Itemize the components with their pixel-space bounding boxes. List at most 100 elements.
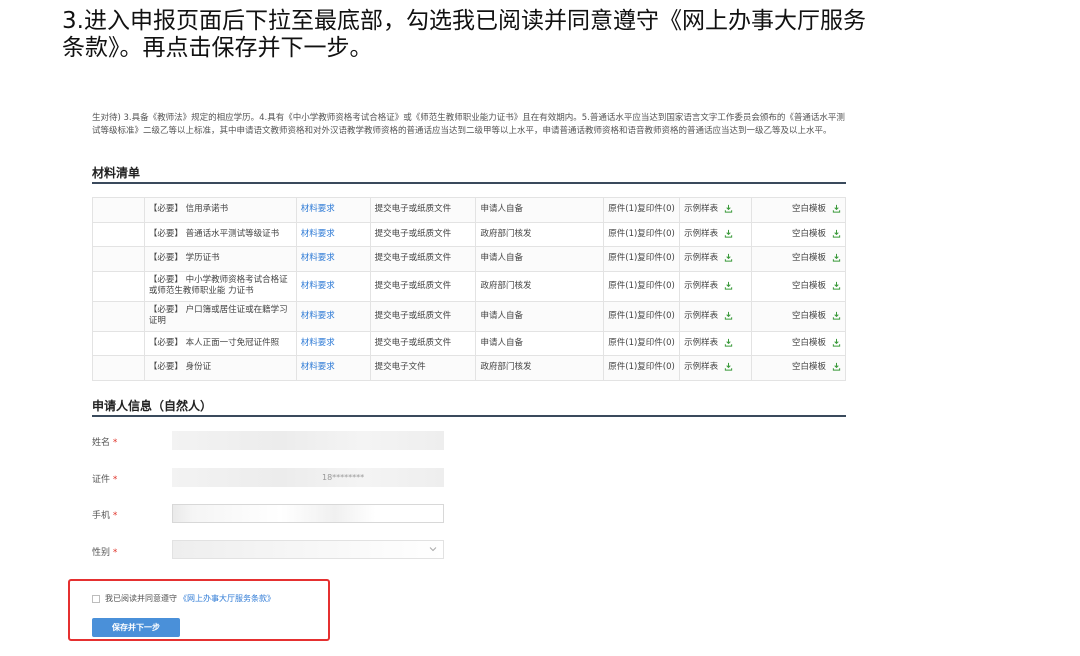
material-requirement-link[interactable]: 材料要求: [295, 300, 371, 332]
field-label-name: 姓名 *: [92, 438, 118, 448]
submit-type: 提交电子或纸质文件: [369, 221, 477, 247]
agreement-checkbox[interactable]: [92, 594, 100, 603]
download-icon[interactable]: [832, 362, 841, 371]
material-source: 申请人自备: [475, 197, 605, 223]
blank-template[interactable]: 空白模板: [751, 355, 846, 381]
copy-count: 原件(1)复印件(0): [603, 270, 681, 302]
material-source: 申请人自备: [475, 246, 605, 272]
row-spacer: [92, 221, 145, 247]
instruction-text: 3.进入申报页面后下拉至最底部，勾选我已阅读并同意遵守《网上办事大厅服务 条款》…: [62, 8, 962, 62]
download-icon[interactable]: [724, 204, 733, 213]
submit-type: 提交电子或纸质文件: [369, 246, 477, 272]
sample-form[interactable]: 示例样表: [679, 300, 753, 332]
row-spacer: [92, 300, 145, 332]
download-icon[interactable]: [724, 362, 733, 371]
material-source: 政府部门核发: [475, 355, 605, 381]
material-name: 【必要】 学历证书: [143, 246, 297, 272]
applicant-divider: [92, 415, 846, 417]
material-row: 【必要】 普通话水平测试等级证书 材料要求 提交电子或纸质文件 政府部门核发 原件(1)…: [92, 221, 846, 247]
submit-type: 提交电子或纸质文件: [369, 197, 477, 223]
copy-count: 原件(1)复印件(0): [603, 300, 681, 332]
materials-divider: [92, 182, 846, 184]
material-row: 【必要】 信用承诺书 材料要求 提交电子或纸质文件 申请人自备 原件(1)复印件(0) 示…: [92, 197, 846, 223]
blank-template[interactable]: 空白模板: [751, 270, 846, 302]
field-label-gender: 性别 *: [92, 548, 118, 558]
blank-template[interactable]: 空白模板: [751, 246, 846, 272]
download-icon[interactable]: [724, 253, 733, 262]
download-icon[interactable]: [832, 311, 841, 320]
agreement-row: 我已阅读并同意遵守 《网上办事大厅服务条款》: [92, 593, 275, 604]
material-source: 申请人自备: [475, 300, 605, 332]
material-requirement-link[interactable]: 材料要求: [295, 330, 371, 356]
instruction-line-2: 条款》。再点击保存并下一步。: [62, 35, 373, 61]
download-icon[interactable]: [724, 229, 733, 238]
material-row: 【必要】 身份证 材料要求 提交电子文件 政府部门核发 原件(1)复印件(0) 示例样表空…: [92, 355, 846, 381]
download-icon[interactable]: [832, 229, 841, 238]
copy-count: 原件(1)复印件(0): [603, 246, 681, 272]
download-icon[interactable]: [832, 253, 841, 262]
download-icon[interactable]: [832, 204, 841, 213]
sample-form[interactable]: 示例样表: [679, 197, 753, 223]
sample-form[interactable]: 示例样表: [679, 270, 753, 302]
download-icon[interactable]: [724, 311, 733, 320]
material-requirement-link[interactable]: 材料要求: [295, 246, 371, 272]
materials-title: 材料清单: [92, 166, 141, 180]
sample-form[interactable]: 示例样表: [679, 221, 753, 247]
copy-count: 原件(1)复印件(0): [603, 355, 681, 381]
submit-type: 提交电子或纸质文件: [369, 270, 477, 302]
terms-link[interactable]: 《网上办事大厅服务条款》: [179, 593, 275, 604]
applicant-title: 申请人信息（自然人）: [92, 399, 213, 413]
blank-template[interactable]: 空白模板: [751, 197, 846, 223]
submit-type: 提交电子或纸质文件: [369, 330, 477, 356]
material-requirement-link[interactable]: 材料要求: [295, 221, 371, 247]
name-input[interactable]: [172, 431, 444, 450]
material-name: 【必要】 户口簿或居住证或在籍学习证明: [143, 300, 297, 332]
material-name: 【必要】 身份证: [143, 355, 297, 381]
material-row: 【必要】 本人正面一寸免冠证件照 材料要求 提交电子或纸质文件 申请人自备 原件(1)复…: [92, 330, 846, 356]
row-spacer: [92, 270, 145, 302]
download-icon[interactable]: [724, 338, 733, 347]
material-name: 【必要】 中小学教师资格考试合格证或师范生教师职业能 力证书: [143, 270, 297, 302]
blank-template[interactable]: 空白模板: [751, 221, 846, 247]
material-name: 【必要】 本人正面一寸免冠证件照: [143, 330, 297, 356]
chevron-down-icon: [429, 547, 437, 552]
row-spacer: [92, 330, 145, 356]
field-label-phone: 手机 *: [92, 511, 118, 521]
blank-template[interactable]: 空白模板: [751, 330, 846, 356]
gender-select[interactable]: [172, 540, 444, 559]
copy-count: 原件(1)复印件(0): [603, 330, 681, 356]
download-icon[interactable]: [832, 338, 841, 347]
download-icon[interactable]: [832, 281, 841, 290]
copy-count: 原件(1)复印件(0): [603, 221, 681, 247]
save-next-button[interactable]: 保存并下一步: [92, 618, 180, 637]
row-spacer: [92, 197, 145, 223]
material-requirement-link[interactable]: 材料要求: [295, 355, 371, 381]
material-row: 【必要】 户口簿或居住证或在籍学习证明 材料要求 提交电子或纸质文件 申请人自备 原件(…: [92, 300, 846, 332]
phone-input[interactable]: [172, 504, 444, 523]
instruction-line-1: 3.进入申报页面后下拉至最底部，勾选我已阅读并同意遵守《网上办事大厅服务: [62, 8, 866, 34]
agreement-text: 我已阅读并同意遵守: [105, 594, 177, 603]
row-spacer: [92, 355, 145, 381]
materials-table: 【必要】 信用承诺书 材料要求 提交电子或纸质文件 申请人自备 原件(1)复印件(0) 示…: [92, 197, 846, 381]
material-row: 【必要】 学历证书 材料要求 提交电子或纸质文件 申请人自备 原件(1)复印件(0) 示例…: [92, 246, 846, 272]
sample-form[interactable]: 示例样表: [679, 330, 753, 356]
material-requirement-link[interactable]: 材料要求: [295, 197, 371, 223]
material-row: 【必要】 中小学教师资格考试合格证或师范生教师职业能 力证书 材料要求 提交电子或纸…: [92, 270, 846, 302]
material-requirement-link[interactable]: 材料要求: [295, 270, 371, 302]
material-source: 申请人自备: [475, 330, 605, 356]
field-label-id: 证件 *: [92, 475, 118, 485]
material-source: 政府部门核发: [475, 270, 605, 302]
material-name: 【必要】 普通话水平测试等级证书: [143, 221, 297, 247]
submit-type: 提交电子文件: [369, 355, 477, 381]
blank-template[interactable]: 空白模板: [751, 300, 846, 332]
id-input[interactable]: 18********: [172, 468, 444, 487]
requirements-paragraph: 生对待) 3.具备《教师法》规定的相应学历。4.具有《中小学教师资格考试合格证》…: [92, 113, 845, 136]
material-source: 政府部门核发: [475, 221, 605, 247]
row-spacer: [92, 246, 145, 272]
submit-type: 提交电子或纸质文件: [369, 300, 477, 332]
material-name: 【必要】 信用承诺书: [143, 197, 297, 223]
copy-count: 原件(1)复印件(0): [603, 197, 681, 223]
sample-form[interactable]: 示例样表: [679, 355, 753, 381]
sample-form[interactable]: 示例样表: [679, 246, 753, 272]
download-icon[interactable]: [724, 281, 733, 290]
